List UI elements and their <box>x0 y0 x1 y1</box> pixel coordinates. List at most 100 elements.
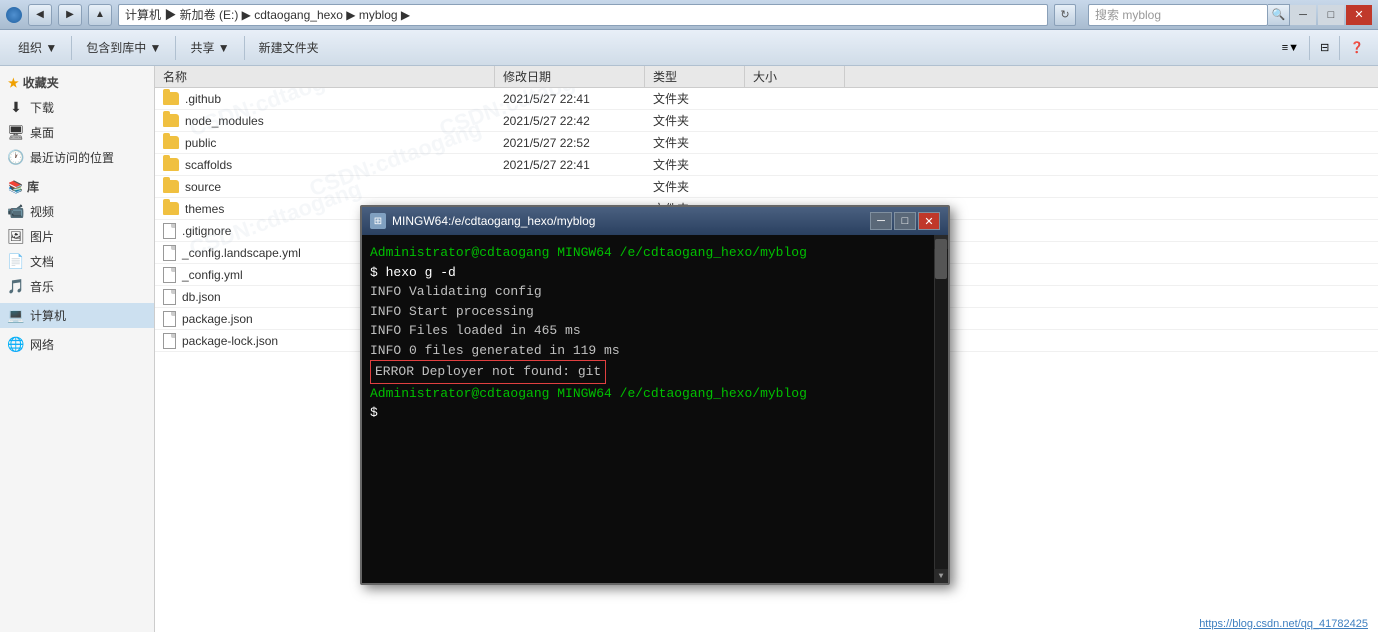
file-cell-date: 2021/5/27 22:42 <box>495 110 645 131</box>
library-icon: 📚 <box>8 180 23 194</box>
column-header-size[interactable]: 大小 <box>745 66 845 87</box>
file-name-text: package.json <box>182 312 253 326</box>
terminal-scroll-thumb[interactable] <box>935 239 947 279</box>
search-placeholder: 搜索 myblog <box>1095 6 1161 23</box>
sidebar-item-documents[interactable]: 📄 文档 <box>0 249 154 274</box>
file-row[interactable]: node_modules 2021/5/27 22:42 文件夹 <box>155 110 1378 132</box>
favorites-header: ★ 收藏夹 <box>0 70 154 95</box>
file-name-text: node_modules <box>185 114 264 128</box>
folder-icon <box>163 114 179 127</box>
search-button[interactable]: 🔍 <box>1268 4 1290 26</box>
music-icon: 🎵 <box>8 279 24 295</box>
back-button[interactable]: ◀ <box>28 4 52 26</box>
window-controls: ─ □ ✕ <box>1290 5 1372 25</box>
column-header-type[interactable]: 类型 <box>645 66 745 87</box>
pictures-icon: 🖼 <box>8 229 24 245</box>
maximize-button[interactable]: □ <box>1318 5 1344 25</box>
folder-icon <box>163 158 179 171</box>
file-name-text: .github <box>185 92 221 106</box>
file-row[interactable]: scaffolds 2021/5/27 22:41 文件夹 <box>155 154 1378 176</box>
computer-icon: 💻 <box>8 308 24 324</box>
help-button[interactable]: ❓ <box>1346 34 1368 62</box>
file-row[interactable]: public 2021/5/27 22:52 文件夹 <box>155 132 1378 154</box>
terminal-error-text: ERROR Deployer not found: git <box>370 360 606 384</box>
sidebar-item-download[interactable]: ⬇ 下载 <box>0 95 154 120</box>
file-cell-date: 2021/5/27 22:41 <box>495 88 645 109</box>
file-name-text: _config.landscape.yml <box>182 246 301 260</box>
terminal-minimize-button[interactable]: ─ <box>870 212 892 230</box>
library-header: 📚 库 <box>0 174 154 199</box>
terminal-line: INFO 0 files generated in 119 ms <box>370 341 940 361</box>
sidebar-item-network[interactable]: 🌐 网络 <box>0 332 154 357</box>
address-bar[interactable]: 计算机 ▶ 新加卷 (E:) ▶ cdtaogang_hexo ▶ myblog… <box>118 4 1048 26</box>
share-button[interactable]: 共享 ▼ <box>182 34 237 62</box>
toolbar-separator-4 <box>1309 36 1310 60</box>
terminal-title-left: ⊞ MINGW64:/e/cdtaogang_hexo/myblog <box>370 213 595 229</box>
up-button[interactable]: ▲ <box>88 4 112 26</box>
file-name-text: _config.yml <box>182 268 243 282</box>
sidebar-item-computer[interactable]: 💻 计算机 <box>0 303 154 328</box>
terminal-line-text: Administrator@cdtaogang MINGW64 /e/cdtao… <box>370 245 807 260</box>
title-bar: ◀ ▶ ▲ 计算机 ▶ 新加卷 (E:) ▶ cdtaogang_hexo ▶ … <box>0 0 1378 30</box>
file-name-text: db.json <box>182 290 221 304</box>
sidebar-computer-label: 计算机 <box>30 307 66 324</box>
view-button[interactable]: ≡▼ <box>1278 34 1303 62</box>
terminal-scrollbar[interactable]: ▲ ▼ <box>934 235 948 583</box>
forward-button[interactable]: ▶ <box>58 4 82 26</box>
terminal-line: ERROR Deployer not found: git <box>370 360 940 384</box>
title-bar-left: ◀ ▶ ▲ 计算机 ▶ 新加卷 (E:) ▶ cdtaogang_hexo ▶ … <box>6 4 1290 26</box>
file-icon <box>163 223 176 239</box>
terminal-window: ⊞ MINGW64:/e/cdtaogang_hexo/myblog ─ □ ✕… <box>360 205 950 585</box>
sidebar-network-label: 网络 <box>30 336 54 353</box>
sidebar-download-label: 下载 <box>30 99 54 116</box>
close-button[interactable]: ✕ <box>1346 5 1372 25</box>
organize-button[interactable]: 组织 ▼ <box>10 34 65 62</box>
sidebar-music-label: 音乐 <box>30 278 54 295</box>
preview-pane-button[interactable]: ⊟ <box>1316 34 1333 62</box>
terminal-line: Administrator@cdtaogang MINGW64 /e/cdtao… <box>370 243 940 263</box>
column-header-name[interactable]: 名称 <box>155 66 495 87</box>
sidebar-item-video[interactable]: 📹 视频 <box>0 199 154 224</box>
file-row[interactable]: source 文件夹 <box>155 176 1378 198</box>
network-section: 🌐 网络 <box>0 332 154 357</box>
sidebar-video-label: 视频 <box>30 203 54 220</box>
folder-icon <box>163 180 179 193</box>
column-header-date[interactable]: 修改日期 <box>495 66 645 87</box>
file-icon <box>163 267 176 283</box>
file-name-text: themes <box>185 202 224 216</box>
file-cell-name: scaffolds <box>155 154 495 175</box>
file-cell-size <box>745 88 845 109</box>
terminal-scroll-down[interactable]: ▼ <box>934 569 948 583</box>
sidebar-recent-label: 最近访问的位置 <box>30 149 114 166</box>
include-in-library-button[interactable]: 包含到库中 ▼ <box>78 34 169 62</box>
terminal-title-bar: ⊞ MINGW64:/e/cdtaogang_hexo/myblog ─ □ ✕ <box>362 207 948 235</box>
terminal-maximize-button[interactable]: □ <box>894 212 916 230</box>
file-icon <box>163 289 176 305</box>
minimize-button[interactable]: ─ <box>1290 5 1316 25</box>
sidebar-item-pictures[interactable]: 🖼 图片 <box>0 224 154 249</box>
new-folder-button[interactable]: 新建文件夹 <box>251 34 327 62</box>
search-input[interactable]: 搜索 myblog <box>1088 4 1268 26</box>
file-cell-type: 文件夹 <box>645 110 745 131</box>
folder-icon <box>163 202 179 215</box>
sidebar-item-recent[interactable]: 🕐 最近访问的位置 <box>0 145 154 170</box>
network-icon: 🌐 <box>8 337 24 353</box>
file-cell-date: 2021/5/27 22:52 <box>495 132 645 153</box>
terminal-body[interactable]: Administrator@cdtaogang MINGW64 /e/cdtao… <box>362 235 948 583</box>
file-cell-name: source <box>155 176 495 197</box>
file-name-text: public <box>185 136 216 150</box>
terminal-close-button[interactable]: ✕ <box>918 212 940 230</box>
terminal-line: Administrator@cdtaogang MINGW64 /e/cdtao… <box>370 384 940 404</box>
desktop-icon: 🖥 <box>8 125 24 141</box>
file-cell-name: .github <box>155 88 495 109</box>
file-cell-size <box>745 110 845 131</box>
sidebar-item-music[interactable]: 🎵 音乐 <box>0 274 154 299</box>
file-cell-size <box>745 132 845 153</box>
sidebar-item-desktop[interactable]: 🖥 桌面 <box>0 120 154 145</box>
file-cell-type: 文件夹 <box>645 88 745 109</box>
file-row[interactable]: .github 2021/5/27 22:41 文件夹 <box>155 88 1378 110</box>
file-cell-type: 文件夹 <box>645 176 745 197</box>
terminal-line: INFO Validating config <box>370 282 940 302</box>
bottom-link[interactable]: https://blog.csdn.net/qq_41782425 <box>1189 616 1378 632</box>
refresh-button[interactable]: ↻ <box>1054 4 1076 26</box>
